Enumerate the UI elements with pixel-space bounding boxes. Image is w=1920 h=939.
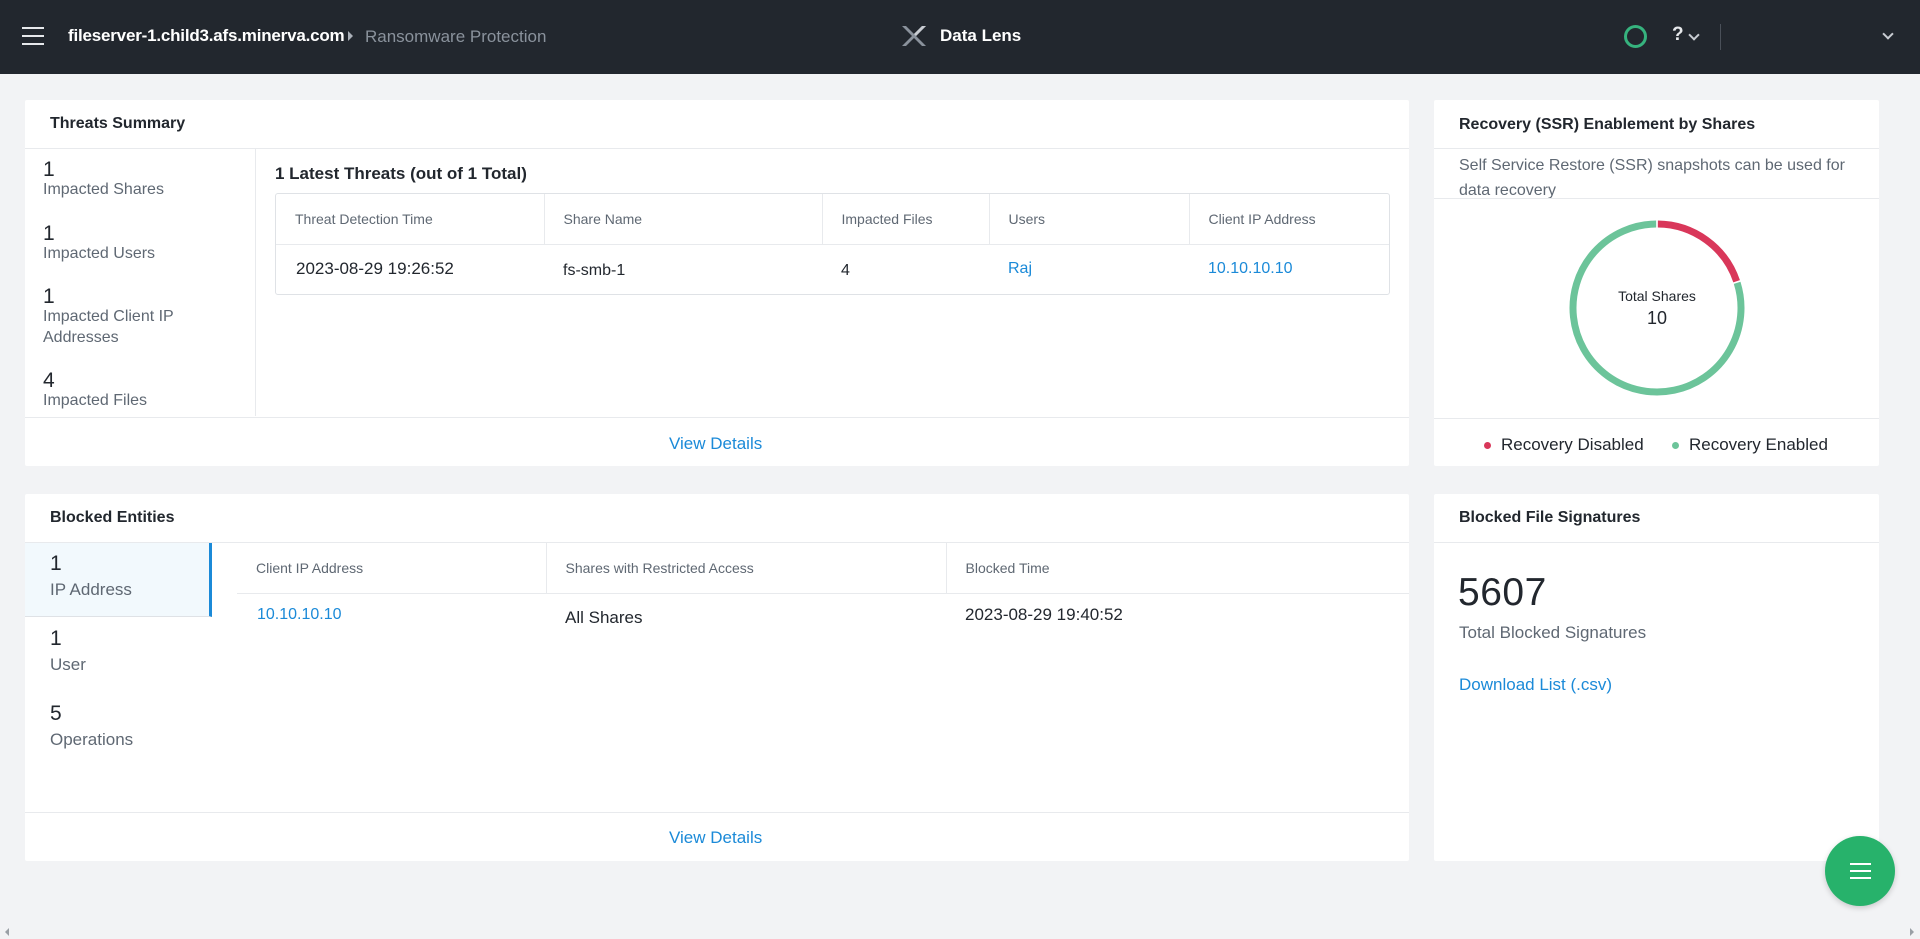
donut-center-label: Total Shares: [1618, 288, 1696, 304]
download-list-link[interactable]: Download List (.csv): [1459, 675, 1612, 695]
impacted-files-cell: 4: [841, 262, 850, 280]
help-menu-button[interactable]: ?: [1672, 24, 1684, 46]
view-details-link[interactable]: View Details: [669, 434, 762, 454]
stat-label: Impacted Shares: [43, 181, 164, 198]
user-menu-chevron-icon[interactable]: [1882, 28, 1894, 40]
divider: [255, 148, 256, 416]
table-header-row: Client IP Address Shares with Restricted…: [237, 543, 1409, 593]
table-row: 2023-08-29 19:26:52 fs-smb-1 4 Raj 10.10…: [276, 244, 1389, 294]
donut-center-value: 10: [1646, 308, 1668, 328]
tab-count: 5: [50, 702, 62, 725]
column-header[interactable]: Client IP Address: [1188, 194, 1389, 244]
card-title: Blocked Entities: [50, 509, 175, 526]
blocked-signatures-count: 5607: [1458, 571, 1547, 614]
tab-label: Operations: [50, 730, 134, 749]
divider: [1434, 148, 1879, 149]
app-title: Data Lens: [940, 26, 1022, 45]
top-navigation-bar: fileserver-1.child3.afs.minerva.com Rans…: [0, 0, 1920, 74]
divider: [25, 148, 1409, 149]
legend-item-enabled: Recovery Enabled: [1672, 435, 1828, 455]
latest-threats-heading: 1 Latest Threats (out of 1 Total): [275, 164, 527, 183]
stat-label: Impacted Users: [43, 245, 156, 262]
client-ip-link[interactable]: 10.10.10.10: [1189, 244, 1389, 294]
divider: [25, 417, 1409, 418]
floating-menu-button[interactable]: [1825, 836, 1895, 906]
column-header[interactable]: Client IP Address: [237, 543, 546, 593]
legend-dot: [1484, 442, 1491, 450]
column-header[interactable]: Threat Detection Time: [276, 194, 544, 244]
tab-label: User: [50, 655, 86, 674]
recovery-description: Self Service Restore (SSR) snapshots can…: [1459, 157, 1845, 199]
divider: [1434, 198, 1879, 199]
tab-user[interactable]: 1 User: [25, 618, 212, 692]
menu-icon[interactable]: [22, 27, 44, 47]
scroll-left-arrow-icon[interactable]: [5, 928, 9, 936]
stat-label: Impacted Client IP Addresses: [43, 308, 174, 346]
breadcrumb-caret-icon: [348, 31, 353, 41]
tab-label: IP Address: [50, 580, 132, 599]
shares-cell: All Shares: [565, 608, 643, 628]
recovery-enablement-card: Recovery (SSR) Enablement by Shares Self…: [1434, 100, 1879, 466]
threat-time-cell: 2023-08-29 19:26:52: [296, 259, 454, 279]
blocked-entities-card: Blocked Entities 1 IP Address 1 User 5 O…: [25, 494, 1409, 861]
blocked-entities-table: Client IP Address Shares with Restricted…: [237, 543, 1409, 639]
column-header[interactable]: Users: [988, 194, 1189, 244]
stat-label: Impacted Files: [43, 392, 148, 409]
legend-dot: [1672, 442, 1679, 450]
menu-icon: [1850, 863, 1871, 865]
scroll-right-arrow-icon[interactable]: [1910, 928, 1914, 936]
nutanix-x-logo-icon: [902, 26, 926, 46]
column-header[interactable]: Shares with Restricted Access: [545, 543, 946, 593]
card-title: Recovery (SSR) Enablement by Shares: [1459, 116, 1756, 133]
tab-count: 1: [50, 627, 62, 650]
threats-summary-card: Threats Summary 1 Impacted Shares 1 Impa…: [25, 100, 1409, 466]
card-title: Threats Summary: [50, 115, 186, 132]
chevron-down-icon[interactable]: [1688, 29, 1700, 41]
divider: [1434, 542, 1879, 543]
menu-icon: [1850, 877, 1871, 879]
legend-label: Recovery Enabled: [1689, 435, 1828, 454]
column-header[interactable]: Blocked Time: [945, 543, 1409, 593]
table-header-row: Threat Detection Time Share Name Impacte…: [276, 194, 1389, 244]
divider: [1720, 24, 1721, 50]
column-header[interactable]: Impacted Files: [821, 194, 989, 244]
threats-table: Threat Detection Time Share Name Impacte…: [276, 194, 1389, 294]
threats-table-container: Threat Detection Time Share Name Impacte…: [275, 193, 1390, 295]
tab-operations[interactable]: 5 Operations: [25, 693, 212, 767]
column-header[interactable]: Share Name: [543, 194, 822, 244]
view-details-link[interactable]: View Details: [669, 828, 762, 848]
blocked-signatures-label: Total Blocked Signatures: [1459, 623, 1647, 642]
blocked-time-cell: 2023-08-29 19:40:52: [965, 605, 1123, 625]
legend-item-disabled: Recovery Disabled: [1484, 435, 1644, 455]
donut-slice-disabled[interactable]: [1657, 220, 1740, 283]
breadcrumb-server[interactable]: fileserver-1.child3.afs.minerva.com: [68, 26, 345, 46]
tab-ip-address[interactable]: 1 IP Address: [25, 543, 212, 617]
user-link[interactable]: Raj: [989, 244, 1189, 294]
menu-icon: [1850, 870, 1871, 872]
divider: [1434, 418, 1879, 419]
health-status-icon[interactable]: [1624, 25, 1647, 48]
legend-label: Recovery Disabled: [1501, 435, 1644, 454]
share-name-cell: fs-smb-1: [563, 262, 626, 280]
divider: [25, 812, 1409, 813]
table-row: 10.10.10.10 All Shares 2023-08-29 19:40:…: [237, 593, 1409, 639]
breadcrumb-section: Ransomware Protection: [365, 27, 547, 46]
client-ip-link[interactable]: 10.10.10.10: [237, 593, 546, 639]
card-title: Blocked File Signatures: [1459, 509, 1641, 526]
blocked-file-signatures-card: Blocked File Signatures 5607 Total Block…: [1434, 494, 1879, 861]
tab-count: 1: [50, 552, 62, 575]
